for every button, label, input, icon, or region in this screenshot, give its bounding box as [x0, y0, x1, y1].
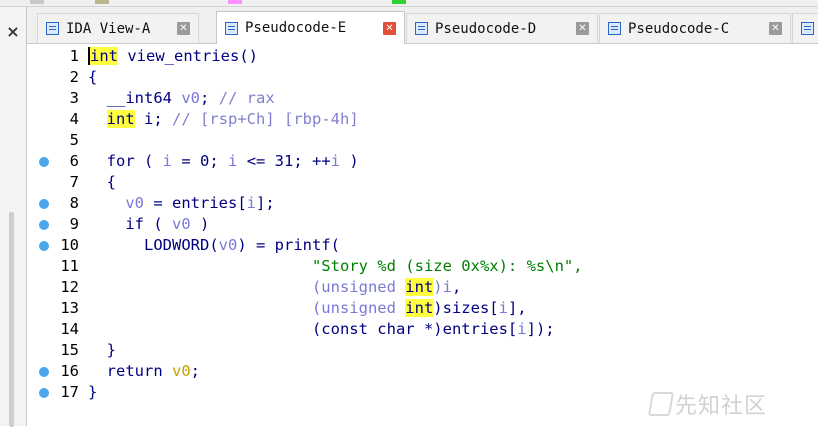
line-number: 4 [69, 110, 79, 128]
close-icon[interactable]: ✕ [576, 22, 589, 35]
tab-label: Pseudocode-D [435, 20, 537, 37]
panel-scrollbar[interactable] [9, 212, 14, 427]
line-number: 7 [69, 173, 79, 191]
code-line: 14 (const char *)entries[i]); [27, 319, 818, 340]
tab-pseudocode-e[interactable]: Pseudocode-E ✕ [216, 11, 405, 44]
breakpoint-dot[interactable] [39, 367, 49, 377]
code-line: 11 "Story %d (size 0x%x): %s\n", [27, 256, 818, 277]
window-icon [225, 21, 238, 35]
close-icon[interactable]: ✕ [769, 22, 782, 35]
code-line: 9 if ( v0 ) [27, 214, 818, 235]
tab-overflow[interactable] [792, 13, 818, 43]
code-text[interactable]: { [88, 67, 97, 88]
breakpoint-dot[interactable] [39, 157, 49, 167]
tab-pseudocode-d[interactable]: Pseudocode-D ✕ [406, 13, 598, 43]
code-text[interactable]: "Story %d (size 0x%x): %s\n", [88, 256, 583, 277]
code-line: 3 __int64 v0; // rax [27, 88, 818, 109]
code-text[interactable]: return v0; [88, 361, 200, 382]
code-text[interactable]: v0 = entries[i]; [88, 193, 274, 214]
pseudocode-view[interactable]: 1 int view_entries() 2 { 3 __int64 v0; /… [27, 44, 818, 426]
code-text[interactable]: (unsigned int)i, [88, 277, 461, 298]
legend-strip [0, 0, 818, 7]
code-line: 13 (unsigned int)sizes[i], [27, 298, 818, 319]
line-number: 17 [60, 383, 79, 401]
legend-swatch-unexplored [95, 0, 109, 4]
line-number: 6 [69, 152, 79, 170]
legend-swatch-external [228, 0, 242, 4]
code-line: 2 { [27, 67, 818, 88]
window-icon [608, 22, 621, 35]
watermark-text: 先知社区 [675, 394, 768, 419]
highlighted-keyword: int [405, 299, 434, 317]
close-icon[interactable]: ✕ [383, 21, 396, 35]
line-number: 9 [69, 215, 79, 233]
code-line: 15 } [27, 340, 818, 361]
code-text[interactable]: for ( i = 0; i <= 31; ++i ) [88, 151, 359, 172]
line-number: 14 [60, 320, 79, 338]
highlighted-keyword: int [405, 278, 434, 296]
close-icon[interactable]: ✕ [177, 22, 190, 35]
code-text[interactable]: if ( v0 ) [88, 214, 209, 235]
tab-label: IDA View-A [66, 20, 151, 37]
window-icon [801, 22, 814, 35]
code-text[interactable]: { [88, 172, 116, 193]
legend-swatch-lumina [392, 0, 406, 4]
code-text[interactable]: int i; // [rsp+Ch] [rbp-4h] [88, 109, 359, 130]
code-text[interactable]: (const char *)entries[i]); [88, 319, 555, 340]
code-text[interactable]: } [88, 382, 97, 403]
breakpoint-dot[interactable] [39, 220, 49, 230]
watermark-logo-icon [647, 392, 675, 416]
code-line: 4 int i; // [rsp+Ch] [rbp-4h] [27, 109, 818, 130]
code-text[interactable]: int view_entries() [88, 46, 258, 67]
breakpoint-dot[interactable] [39, 199, 49, 209]
line-number: 11 [60, 257, 79, 275]
line-number: 1 [69, 47, 79, 65]
tab-label: Pseudocode-C [628, 20, 730, 37]
left-panel: × [0, 7, 27, 427]
line-number: 10 [60, 236, 79, 254]
code-line: 12 (unsigned int)i, [27, 277, 818, 298]
breakpoint-dot[interactable] [39, 388, 49, 398]
code-line: 5 [27, 130, 818, 151]
close-panel-icon[interactable]: × [0, 19, 26, 45]
highlighted-keyword: int [88, 47, 118, 65]
highlighted-keyword: int [106, 110, 135, 128]
code-line: 7 { [27, 172, 818, 193]
code-text[interactable]: LODWORD(v0) = printf( [88, 235, 340, 256]
line-number: 8 [69, 194, 79, 212]
breakpoint-dot[interactable] [39, 241, 49, 251]
window-icon [415, 22, 428, 35]
line-number: 15 [60, 341, 79, 359]
code-text[interactable]: (unsigned int)sizes[i], [88, 298, 527, 319]
code-line: 1 int view_entries() [27, 46, 818, 67]
code-line: 6 for ( i = 0; i <= 31; ++i ) [27, 151, 818, 172]
line-number: 5 [69, 131, 79, 149]
line-number: 12 [60, 278, 79, 296]
tab-bar: IDA View-A ✕ Pseudocode-E ✕ Pseudocode-D… [27, 7, 818, 44]
line-number: 13 [60, 299, 79, 317]
tab-ida-view-a[interactable]: IDA View-A ✕ [37, 13, 199, 43]
code-line: 16 return v0; [27, 361, 818, 382]
tab-pseudocode-c[interactable]: Pseudocode-C ✕ [599, 13, 791, 43]
code-text[interactable]: } [88, 340, 116, 361]
line-number: 3 [69, 89, 79, 107]
code-line: 8 v0 = entries[i]; [27, 193, 818, 214]
tab-label: Pseudocode-E [245, 20, 347, 36]
line-number: 2 [69, 68, 79, 86]
window-icon [46, 22, 59, 35]
legend-swatch-data [30, 0, 44, 4]
line-number: 16 [60, 362, 79, 380]
code-text[interactable]: __int64 v0; // rax [88, 88, 275, 109]
code-line: 10 LODWORD(v0) = printf( [27, 235, 818, 256]
